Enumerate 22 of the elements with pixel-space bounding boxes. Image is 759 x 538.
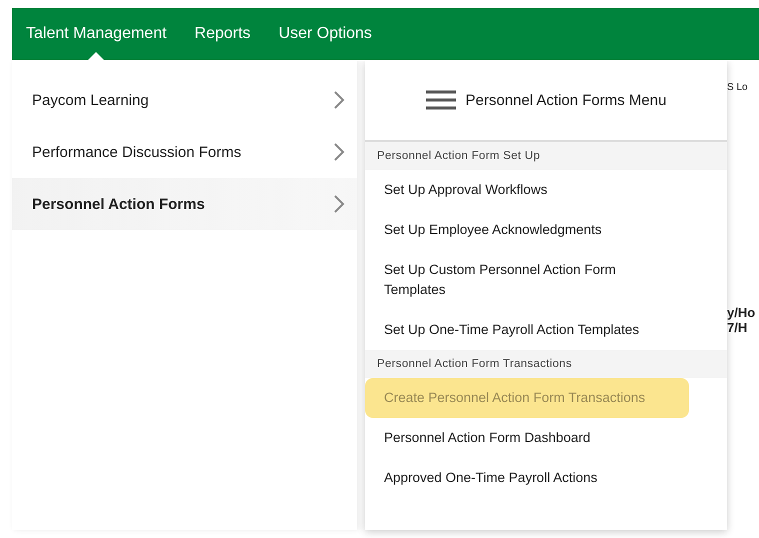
background-text: y/Ho: [727, 305, 756, 320]
nav-tab[interactable]: Reports: [194, 8, 251, 60]
menu-item[interactable]: Performance Discussion Forms: [12, 126, 357, 178]
menu-link[interactable]: Set Up Employee Acknowledgments: [365, 210, 727, 250]
section-heading: Personnel Action Form Transactions: [365, 350, 727, 378]
menu-icon[interactable]: [426, 90, 456, 110]
menu-item[interactable]: Paycom Learning: [12, 74, 357, 126]
chevron-right-icon: [333, 90, 345, 110]
menu-link[interactable]: Approved One-Time Payroll Actions: [365, 458, 727, 498]
chevron-right-icon: [333, 142, 345, 162]
nav-tab[interactable]: User Options: [278, 8, 372, 60]
nav-tab[interactable]: Talent Management: [26, 8, 167, 60]
background-text: S Lo: [727, 82, 749, 93]
menu-link[interactable]: Set Up One-Time Payroll Action Templates: [365, 310, 727, 350]
menu-link[interactable]: Set Up Custom Personnel Action Form Templates: [365, 250, 727, 310]
menu-item[interactable]: Personnel Action Forms: [12, 178, 357, 230]
background-text: 7/H: [727, 320, 748, 335]
menu-title: Personnel Action Forms Menu: [466, 92, 666, 108]
chevron-right-icon: [333, 194, 345, 214]
menu-link[interactable]: Personnel Action Form Dashboard: [365, 418, 727, 458]
section-heading: Personnel Action Form Set Up: [365, 142, 727, 170]
menu-link[interactable]: Set Up Approval Workflows: [365, 170, 727, 210]
